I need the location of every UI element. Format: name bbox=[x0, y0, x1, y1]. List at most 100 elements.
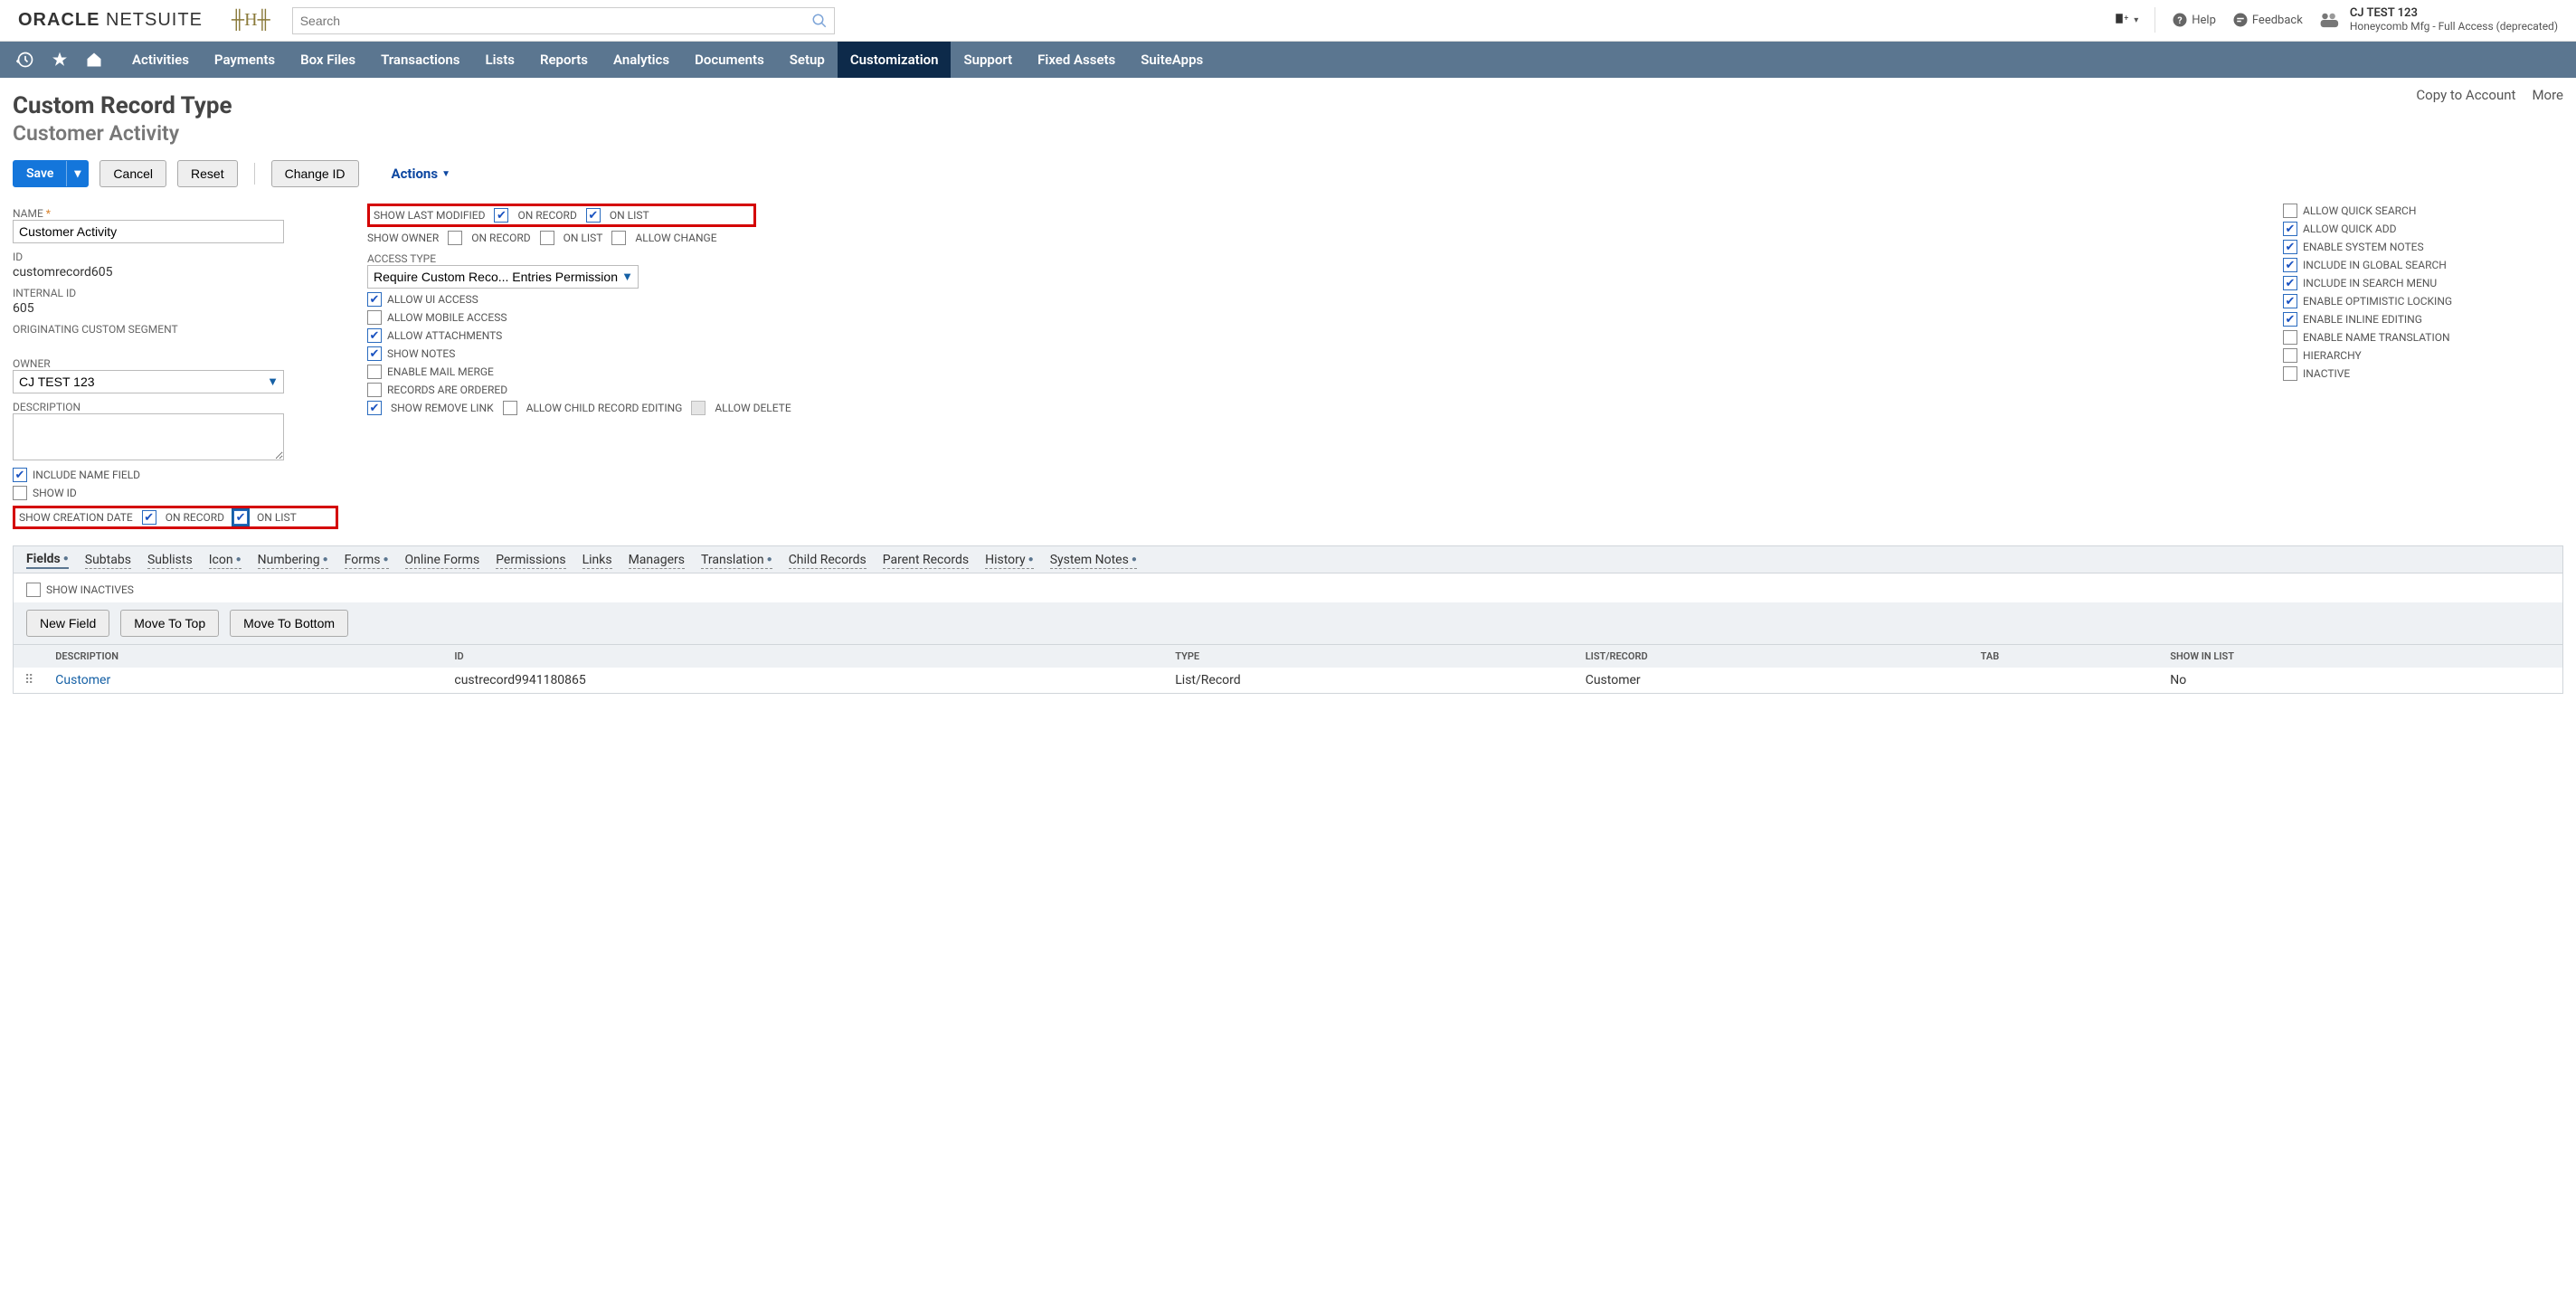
allow-quick-search-checkbox[interactable] bbox=[2283, 204, 2297, 218]
enable-system-notes-checkbox[interactable] bbox=[2283, 240, 2297, 254]
cancel-button[interactable]: Cancel bbox=[99, 160, 166, 187]
access-type-select[interactable]: ▼ bbox=[367, 265, 639, 289]
access-type-input[interactable] bbox=[367, 265, 639, 289]
inactive-checkbox[interactable] bbox=[2283, 366, 2297, 381]
include-name-checkbox[interactable] bbox=[13, 468, 27, 482]
allow-quick-add-checkbox[interactable] bbox=[2283, 222, 2297, 236]
show-inactives-checkbox[interactable] bbox=[26, 583, 41, 597]
tab-history[interactable]: History● bbox=[985, 552, 1034, 569]
description-textarea[interactable] bbox=[13, 413, 284, 460]
drag-handle-icon[interactable]: ⠿ bbox=[14, 668, 44, 693]
records-ordered-checkbox[interactable] bbox=[367, 383, 382, 397]
tab-translation[interactable]: Translation● bbox=[701, 552, 772, 569]
tab-child-records[interactable]: Child Records bbox=[789, 552, 867, 569]
col-id[interactable]: ID bbox=[443, 645, 1164, 668]
col-show-in-list[interactable]: SHOW IN LIST bbox=[2159, 645, 2562, 668]
tab-icon[interactable]: Icon● bbox=[209, 552, 242, 569]
enable-name-translation-checkbox[interactable] bbox=[2283, 330, 2297, 345]
global-search[interactable] bbox=[292, 7, 835, 34]
tab-numbering[interactable]: Numbering● bbox=[258, 552, 328, 569]
nav-payments[interactable]: Payments bbox=[202, 42, 288, 78]
owner-input[interactable] bbox=[13, 370, 284, 393]
move-to-bottom-button[interactable]: Move To Bottom bbox=[230, 610, 348, 637]
tab-permissions[interactable]: Permissions bbox=[496, 552, 565, 569]
owner-select[interactable]: ▼ bbox=[13, 370, 284, 393]
tab-online-forms[interactable]: Online Forms bbox=[405, 552, 480, 569]
enable-mail-merge-checkbox[interactable] bbox=[367, 365, 382, 379]
show-notes-checkbox[interactable] bbox=[367, 346, 382, 361]
chevron-down-icon[interactable]: ▼ bbox=[621, 270, 633, 284]
help-link[interactable]: ? Help bbox=[2172, 12, 2216, 28]
search-icon[interactable] bbox=[811, 13, 828, 29]
name-input[interactable] bbox=[13, 220, 284, 243]
nav-documents[interactable]: Documents bbox=[682, 42, 777, 78]
creation-on-list-checkbox[interactable] bbox=[233, 510, 248, 525]
save-caret-icon[interactable]: ▾ bbox=[66, 161, 88, 186]
nav-lists[interactable]: Lists bbox=[472, 42, 526, 78]
owner-on-list-checkbox[interactable] bbox=[540, 231, 554, 245]
hierarchy-checkbox[interactable] bbox=[2283, 348, 2297, 363]
enable-optimistic-locking-checkbox[interactable] bbox=[2283, 294, 2297, 308]
table-row[interactable]: ⠿ Customer custrecord9941180865 List/Rec… bbox=[14, 668, 2562, 693]
tab-parent-records[interactable]: Parent Records bbox=[883, 552, 969, 569]
include-global-search-checkbox[interactable] bbox=[2283, 258, 2297, 272]
tab-sublists[interactable]: Sublists bbox=[147, 552, 193, 569]
allow-ui-access-checkbox[interactable] bbox=[367, 292, 382, 307]
nav-activities[interactable]: Activities bbox=[119, 42, 202, 78]
new-field-button[interactable]: New Field bbox=[26, 610, 109, 637]
copy-to-account-link[interactable]: Copy to Account bbox=[2416, 87, 2515, 103]
nav-analytics[interactable]: Analytics bbox=[601, 42, 682, 78]
lastmod-on-record-checkbox[interactable] bbox=[494, 208, 508, 223]
row-description-link[interactable]: Customer bbox=[55, 673, 110, 687]
tab-forms[interactable]: Forms● bbox=[345, 552, 389, 569]
col-list-record[interactable]: LIST/RECORD bbox=[1575, 645, 1970, 668]
nav-setup[interactable]: Setup bbox=[777, 42, 838, 78]
tab-links[interactable]: Links bbox=[582, 552, 612, 569]
col-description[interactable]: DESCRIPTION bbox=[44, 645, 443, 668]
allow-mobile-access-checkbox[interactable] bbox=[367, 310, 382, 325]
tab-subtabs[interactable]: Subtabs bbox=[85, 552, 131, 569]
actions-menu[interactable]: Actions▼ bbox=[392, 166, 450, 182]
nav-transactions[interactable]: Transactions bbox=[368, 42, 472, 78]
shortcuts-icon[interactable] bbox=[51, 51, 69, 69]
reset-button[interactable]: Reset bbox=[177, 160, 238, 187]
move-to-top-button[interactable]: Move To Top bbox=[120, 610, 219, 637]
row-show-in-list: No bbox=[2159, 668, 2562, 693]
tab-fields[interactable]: Fields● bbox=[26, 552, 69, 569]
nav-reports[interactable]: Reports bbox=[527, 42, 601, 78]
internal-id-label: INTERNAL ID bbox=[13, 287, 338, 299]
col-type[interactable]: TYPE bbox=[1164, 645, 1574, 668]
nav-fixed-assets[interactable]: Fixed Assets bbox=[1025, 42, 1128, 78]
show-id-checkbox[interactable] bbox=[13, 486, 27, 500]
show-remove-link-checkbox[interactable] bbox=[367, 401, 382, 415]
create-new-icon[interactable]: +▾ bbox=[2114, 12, 2138, 28]
col-tab[interactable]: TAB bbox=[1970, 645, 2160, 668]
search-input[interactable] bbox=[292, 7, 835, 34]
nav-customization[interactable]: Customization bbox=[838, 42, 952, 78]
save-button[interactable]: Save▾ bbox=[13, 160, 89, 187]
allow-delete-checkbox[interactable] bbox=[691, 401, 706, 415]
include-search-menu-checkbox[interactable] bbox=[2283, 276, 2297, 290]
recent-records-icon[interactable] bbox=[16, 51, 34, 69]
creation-on-record-checkbox[interactable] bbox=[142, 510, 156, 525]
owner-allow-change-checkbox[interactable] bbox=[611, 231, 626, 245]
feedback-link[interactable]: Feedback bbox=[2232, 12, 2303, 28]
user-menu[interactable]: CJ TEST 123 Honeycomb Mfg - Full Access … bbox=[2319, 7, 2558, 33]
change-id-button[interactable]: Change ID bbox=[271, 160, 359, 187]
chevron-down-icon: ▼ bbox=[441, 169, 450, 179]
owner-on-record-checkbox[interactable] bbox=[448, 231, 462, 245]
home-icon[interactable] bbox=[85, 51, 103, 69]
nav-suiteapps[interactable]: SuiteApps bbox=[1128, 42, 1216, 78]
more-link[interactable]: More bbox=[2532, 87, 2563, 103]
lastmod-on-list-checkbox[interactable] bbox=[586, 208, 601, 223]
tab-system-notes[interactable]: System Notes● bbox=[1050, 552, 1137, 569]
allow-attachments-checkbox[interactable] bbox=[367, 328, 382, 343]
tab-managers[interactable]: Managers bbox=[629, 552, 685, 569]
nav-support[interactable]: Support bbox=[951, 42, 1025, 78]
allow-child-record-editing-checkbox[interactable] bbox=[503, 401, 517, 415]
nav-box-files[interactable]: Box Files bbox=[288, 42, 368, 78]
action-row: Save▾ Cancel Reset Change ID Actions▼ bbox=[13, 160, 2563, 187]
chevron-down-icon[interactable]: ▼ bbox=[267, 374, 279, 389]
enable-inline-editing-checkbox[interactable] bbox=[2283, 312, 2297, 327]
page-title: Custom Record Type bbox=[13, 92, 232, 119]
